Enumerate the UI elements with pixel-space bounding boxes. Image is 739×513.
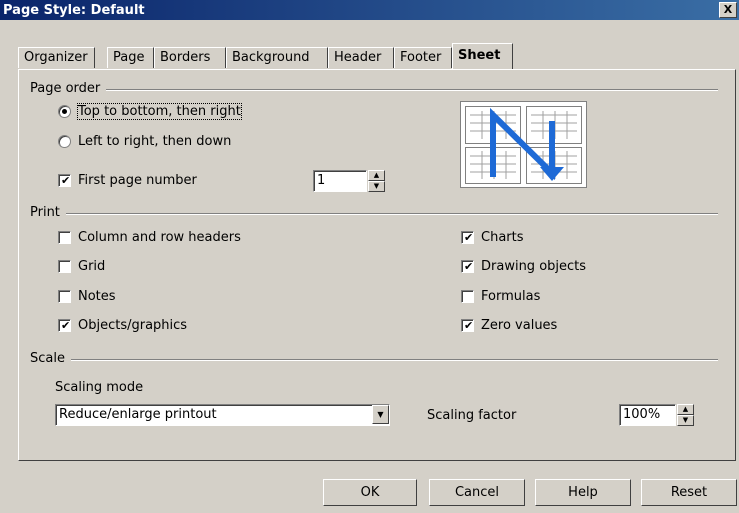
print-separator (30, 213, 718, 215)
cancel-button[interactable]: Cancel (429, 479, 525, 506)
spin-up-icon[interactable]: ▲ (368, 170, 385, 181)
formulas-checkbox[interactable]: Formulas (461, 289, 540, 304)
tab-header[interactable]: Header (328, 47, 394, 68)
tab-sheet[interactable]: Sheet (452, 43, 513, 69)
checkbox-label: Column and row headers (78, 230, 241, 245)
checkbox[interactable]: ✔ (461, 231, 474, 244)
radio-label: Top to bottom, then right (77, 103, 242, 120)
scaling-mode-label: Scaling mode (55, 380, 144, 395)
checkbox-label: Objects/graphics (78, 318, 188, 333)
notes-checkbox[interactable]: Notes (58, 289, 116, 304)
first-page-number-input[interactable]: 1 (313, 170, 367, 192)
scaling-factor-spinner[interactable]: ▲ ▼ (677, 404, 694, 426)
objects-graphics-checkbox[interactable]: ✔ Objects/graphics (58, 318, 187, 333)
radio-button[interactable] (58, 135, 71, 148)
checkbox-label: Formulas (481, 289, 541, 304)
scaling-factor-input[interactable]: 100% (619, 404, 676, 426)
page-order-preview-image (460, 101, 587, 188)
ok-button[interactable]: OK (323, 479, 417, 506)
tab-organizer[interactable]: Organizer (18, 47, 95, 68)
checkbox[interactable] (58, 290, 71, 303)
checkbox-label: First page number (78, 173, 197, 188)
scaling-factor-label: Scaling factor (427, 408, 517, 423)
radio-left-to-right[interactable]: Left to right, then down (58, 134, 231, 149)
tab-background[interactable]: Background (226, 47, 328, 68)
charts-checkbox[interactable]: ✔ Charts (461, 230, 524, 245)
checkbox-label: Notes (78, 289, 116, 304)
zero-values-checkbox[interactable]: ✔ Zero values (461, 318, 557, 333)
close-button[interactable]: X (719, 2, 737, 18)
checkbox[interactable]: ✔ (58, 174, 71, 187)
checkbox[interactable]: ✔ (58, 319, 71, 332)
page-order-label: Page order (30, 81, 107, 96)
title-bar: Page Style: Default X (0, 0, 739, 20)
checkbox[interactable] (58, 260, 71, 273)
tab-footer[interactable]: Footer (394, 47, 452, 68)
grid-checkbox[interactable]: Grid (58, 259, 105, 274)
radio-label: Left to right, then down (78, 134, 232, 149)
scaling-mode-select[interactable]: Reduce/enlarge printout (55, 404, 390, 426)
checkbox[interactable]: ✔ (461, 319, 474, 332)
tab-page[interactable]: Page (107, 47, 154, 68)
checkbox[interactable]: ✔ (461, 260, 474, 273)
first-page-number-checkbox[interactable]: ✔ First page number (58, 173, 197, 188)
help-button[interactable]: Help (535, 479, 631, 506)
column-row-headers-checkbox[interactable]: Column and row headers (58, 230, 241, 245)
checkbox-label: Grid (78, 259, 106, 274)
checkbox[interactable] (461, 290, 474, 303)
spin-up-icon[interactable]: ▲ (677, 404, 694, 415)
tab-borders[interactable]: Borders (154, 47, 226, 68)
reset-button[interactable]: Reset (641, 479, 737, 506)
help-button-label: Help (568, 485, 598, 500)
window-title: Page Style: Default (3, 3, 145, 18)
radio-top-to-bottom[interactable]: Top to bottom, then right (58, 103, 242, 120)
page-order-separator (30, 89, 718, 91)
first-page-number-spinner[interactable]: ▲ ▼ (368, 170, 385, 192)
checkbox-label: Zero values (481, 318, 558, 333)
scale-label: Scale (30, 351, 71, 366)
checkbox-label: Drawing objects (481, 259, 587, 274)
chevron-down-icon[interactable]: ▼ (372, 405, 389, 424)
checkbox[interactable] (58, 231, 71, 244)
checkbox-label: Charts (481, 230, 524, 245)
radio-button[interactable] (58, 105, 71, 118)
drawing-objects-checkbox[interactable]: ✔ Drawing objects (461, 259, 586, 274)
print-label: Print (30, 205, 66, 220)
spin-down-icon[interactable]: ▼ (677, 415, 694, 426)
scale-separator (30, 359, 718, 361)
spin-down-icon[interactable]: ▼ (368, 181, 385, 192)
reset-button-label: Reset (670, 485, 708, 500)
tab-panel (18, 69, 736, 461)
